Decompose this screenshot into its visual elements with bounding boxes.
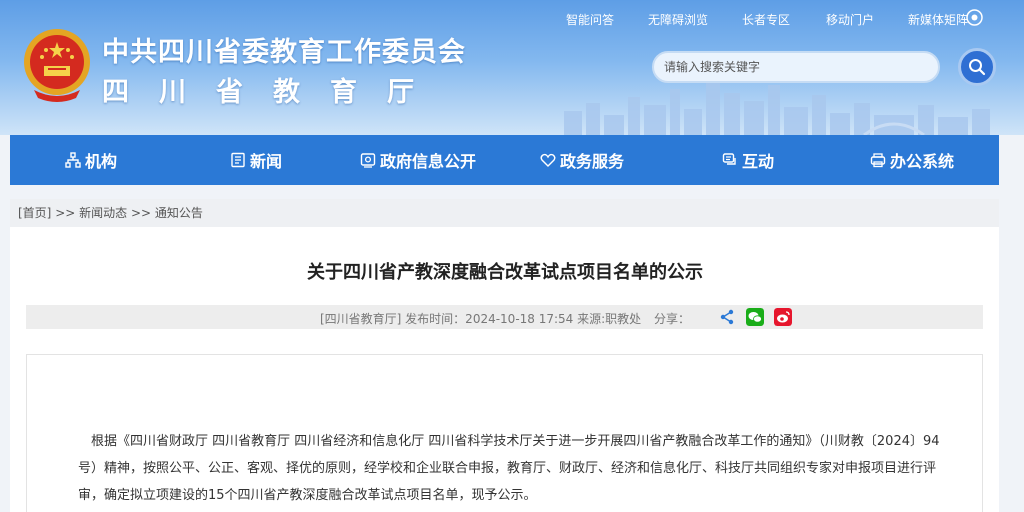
main-nav: 机构 新闻 政府信息公开 政务服务 互动 办公系统 [10, 135, 999, 185]
site-header: 中共四川省委教育工作委员会 四川省教育厅 智能问答 无障碍浏览 长者专区 移动门… [0, 0, 1024, 135]
national-emblem-logo [24, 29, 90, 102]
nav-item-org[interactable]: 机构 [65, 135, 117, 185]
site-subtitle: 四川省教育厅 [102, 77, 444, 108]
nav-label-office-system: 办公系统 [890, 152, 955, 171]
site-title: 中共四川省委教育工作委员会 [102, 37, 466, 68]
share-icon[interactable] [718, 308, 736, 326]
article-title: 关于四川省产教深度融合改革试点项目名单的公示 [307, 262, 703, 283]
media-matrix-icon[interactable] [966, 9, 983, 26]
article-meta: [四川省教育厅] 发布时间：2024-10-18 17:54 来源:职教处 [320, 312, 642, 326]
breadcrumb-news-link[interactable]: 新闻动态 [79, 206, 127, 220]
nav-label-services: 政务服务 [560, 152, 625, 171]
toplink-smart-qa[interactable]: 智能问答 [566, 11, 614, 28]
breadcrumb-separator: >> [127, 206, 155, 220]
nav-item-office-system[interactable]: 办公系统 [870, 135, 954, 185]
search-button[interactable] [958, 48, 996, 86]
search-input[interactable] [654, 53, 938, 81]
search-icon [969, 59, 986, 76]
article-paragraph: 根据《四川省财政厅 四川省教育厅 四川省经济和信息化厅 四川省科学技术厅关于进一… [78, 434, 940, 503]
nav-item-services[interactable]: 政务服务 [540, 135, 624, 185]
wechat-share-icon[interactable] [746, 308, 764, 326]
office-icon [870, 153, 886, 168]
breadcrumb-notice-link[interactable]: 通知公告 [155, 206, 203, 220]
service-icon [540, 153, 556, 167]
toplink-mobile-portal[interactable]: 移动门户 [826, 11, 874, 28]
nav-label-interaction: 互动 [742, 152, 775, 171]
breadcrumb-home-link[interactable]: [首页] [18, 206, 51, 220]
nav-item-info-disclosure[interactable]: 政府信息公开 [360, 135, 476, 185]
org-icon [65, 152, 81, 168]
toplink-elder-zone[interactable]: 长者专区 [742, 11, 790, 28]
toplink-new-media[interactable]: 新媒体矩阵 [908, 11, 968, 28]
chat-icon [722, 153, 736, 165]
article-meta-bar: [四川省教育厅] 发布时间：2024-10-18 17:54 来源:职教处 分享… [26, 305, 983, 329]
breadcrumb-separator: >> [51, 206, 80, 220]
news-icon [231, 152, 245, 168]
nav-item-interaction[interactable]: 互动 [722, 135, 774, 185]
nav-label-info-disclosure: 政府信息公开 [380, 152, 477, 171]
search-box [652, 51, 940, 83]
nav-label-news: 新闻 [250, 152, 283, 171]
share-label: 分享： [654, 312, 691, 326]
nav-label-org: 机构 [85, 152, 118, 171]
city-skyline-illustration [564, 79, 990, 135]
nav-item-news[interactable]: 新闻 [230, 135, 282, 185]
breadcrumb: [首页] >> 新闻动态 >> 通知公告 [10, 199, 999, 227]
info-icon [360, 153, 376, 168]
toplink-accessibility[interactable]: 无障碍浏览 [648, 11, 708, 28]
weibo-share-icon[interactable] [774, 308, 792, 326]
